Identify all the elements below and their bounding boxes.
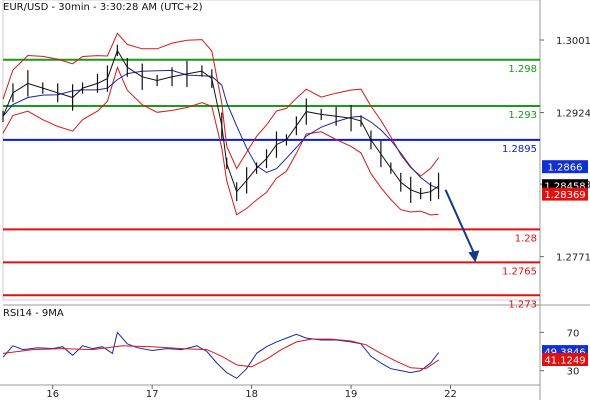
bollinger-upper-line [2, 32, 440, 177]
price-line [2, 49, 439, 195]
price-tick-label: 1.3001 [556, 36, 590, 47]
time-tick-label: 22 [444, 389, 457, 400]
rsi-badge-label: 41.1249 [544, 355, 585, 366]
price-tick-label: 1.2924 [556, 109, 590, 120]
price-panel-frame [2, 0, 541, 301]
level-label: 1.2895 [502, 144, 537, 155]
level-label: 1.298 [508, 64, 537, 75]
rsi-title: RSI14 - 9MA [3, 308, 64, 319]
rsi-tick-label: 30 [567, 367, 580, 378]
price-badge-label: 1.28369 [544, 190, 585, 201]
projection-arrow-shaft [444, 189, 477, 257]
time-tick-label: 17 [146, 389, 159, 400]
rsi-tick-label: 70 [567, 328, 580, 339]
level-label: 1.2765 [502, 266, 537, 277]
chart-canvas: 1.30011.29241.28481.27711.2981.2931.2895… [0, 0, 590, 400]
level-label: 1.293 [508, 110, 537, 121]
level-label: 1.273 [508, 299, 537, 310]
rsi-ma-line [2, 338, 439, 370]
projection-arrow-head [468, 250, 480, 263]
price-badge-label: 1.2866 [548, 163, 583, 174]
time-tick-label: 16 [46, 389, 59, 400]
time-tick-label: 19 [345, 389, 358, 400]
bollinger-lower-line [2, 66, 439, 216]
price-tick-label: 1.2771 [556, 253, 590, 264]
level-label: 1.28 [515, 233, 537, 244]
chart-header: EUR/USD - 30min - 3:30:28 AM (UTC+2) [3, 2, 203, 13]
time-tick-label: 18 [245, 389, 258, 400]
